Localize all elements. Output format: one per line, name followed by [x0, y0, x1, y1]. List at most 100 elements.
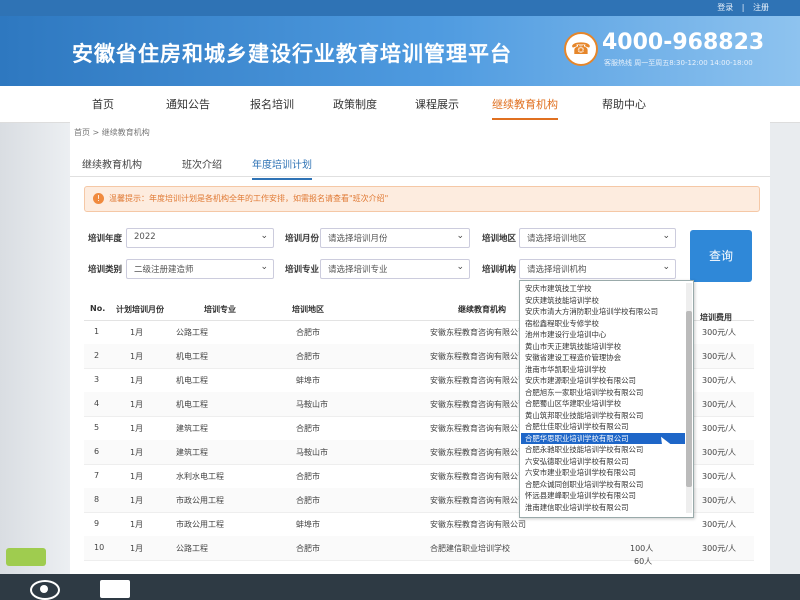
cell-major: 公路工程	[176, 328, 208, 337]
cell-month: 1月	[130, 424, 144, 433]
cell-month: 1月	[130, 328, 144, 337]
register-link[interactable]: 注册	[753, 3, 769, 12]
region-label: 培训地区	[482, 234, 517, 244]
category-select[interactable]: 二级注册建造师 ⌄	[126, 259, 274, 279]
dropdown-option[interactable]: 怀远县建峰职业培训学校有限公司	[525, 490, 636, 501]
nav-help[interactable]: 帮助中心	[602, 96, 646, 112]
breadcrumb: 首页 > 继续教育机构	[74, 128, 150, 137]
dropdown-option[interactable]: 安庆市清大方消防职业培训学校有限公司	[525, 306, 658, 317]
cell-fee: 300元/人	[702, 352, 736, 361]
dropdown-scroll-thumb[interactable]	[686, 311, 692, 487]
taskbar-green-widget[interactable]	[6, 548, 46, 566]
notice-text: 温馨提示：年度培训计划是各机构全年的工作安排，如需报名请查看"班次介绍"	[109, 194, 389, 203]
dropdown-option[interactable]: 合肥永驰职业技能培训学校有限公司	[525, 444, 643, 455]
month-select[interactable]: 请选择培训月份 ⌄	[320, 228, 470, 248]
cell-fee: 300元/人	[702, 424, 736, 433]
dropdown-option[interactable]: 合肥仕佳职业培训学校有限公司	[525, 421, 628, 432]
cell-month: 1月	[130, 520, 144, 529]
eye-icon[interactable]	[30, 580, 60, 600]
dropdown-option[interactable]: 六安弘德职业培训学校有限公司	[525, 456, 628, 467]
col-org: 继续教育机构	[458, 305, 506, 314]
cell-month: 1月	[130, 400, 144, 409]
cell-region: 合肥市	[296, 352, 320, 361]
cell-count-extra: 60人	[634, 557, 653, 566]
nav-registration[interactable]: 报名培训	[250, 96, 294, 112]
nav-notices[interactable]: 通知公告	[166, 96, 210, 112]
cell-major: 市政公用工程	[176, 520, 224, 529]
nav-courses[interactable]: 课程展示	[415, 96, 459, 112]
tab-institutions[interactable]: 继续教育机构	[82, 156, 142, 171]
dropdown-option[interactable]: 安徽省建设工程造价管理协会	[525, 352, 621, 363]
dropdown-option[interactable]: 安庆市建筑技工学校	[525, 283, 592, 294]
cell-month: 1月	[130, 448, 144, 457]
org-dropdown-list[interactable]: 安庆市建筑技工学校 安庆建筑技能培训学校 安庆市清大方消防职业培训学校有限公司 宿松鑫…	[519, 280, 694, 518]
dropdown-option[interactable]: 池州市建设行业培训中心	[525, 329, 606, 340]
cell-fee: 300元/人	[702, 472, 736, 481]
category-label: 培训类别	[88, 265, 123, 275]
col-no: No.	[90, 304, 106, 313]
chevron-down-icon: ⌄	[456, 231, 464, 241]
cell-org: 合肥建信职业培训学校	[430, 544, 510, 553]
cell-major: 机电工程	[176, 352, 208, 361]
region-select[interactable]: 请选择培训地区 ⌄	[519, 228, 676, 248]
background-left	[0, 120, 70, 580]
org-select[interactable]: 请选择培训机构 ⌄	[519, 259, 676, 279]
tab-annual-plan[interactable]: 年度培训计划	[252, 156, 312, 180]
org-value: 请选择培训机构	[527, 265, 587, 275]
sub-tabs: 继续教育机构 班次介绍 年度培训计划	[70, 148, 770, 180]
search-button[interactable]: 查询	[690, 230, 752, 282]
year-label: 培训年度	[88, 234, 123, 244]
region-value: 请选择培训地区	[527, 234, 587, 244]
dropdown-option[interactable]: 六安市建业职业培训学校有限公司	[525, 467, 636, 478]
dropdown-option[interactable]: 宿松鑫程职业专修学校	[525, 318, 599, 329]
dropdown-option[interactable]: 淮南建信职业培训学校有限公司	[525, 502, 628, 513]
cell-fee: 300元/人	[702, 496, 736, 505]
cell-fee: 300元/人	[702, 376, 736, 385]
table-row: 10 1月 公路工程 合肥市 合肥建信职业培训学校 100人 300元/人	[84, 536, 754, 561]
month-value: 请选择培训月份	[328, 234, 388, 244]
category-value: 二级注册建造师	[134, 265, 194, 275]
nav-home[interactable]: 首页	[92, 96, 114, 112]
cell-region: 合肥市	[296, 328, 320, 337]
tab-classes[interactable]: 班次介绍	[182, 156, 222, 171]
login-link[interactable]: 登录	[717, 3, 733, 12]
cell-fee: 300元/人	[702, 400, 736, 409]
cell-org: 安徽东程教育咨询有限公司	[430, 472, 526, 481]
dropdown-option[interactable]: 合肥众诚同创职业培训学校有限公司	[525, 479, 643, 490]
nav-institutions[interactable]: 继续教育机构	[492, 96, 558, 120]
dropdown-option[interactable]: 淮南市华凯职业培训学校	[525, 364, 606, 375]
year-select[interactable]: 2022 ⌄	[126, 228, 274, 248]
col-major: 培训专业	[204, 305, 236, 314]
cell-region: 合肥市	[296, 472, 320, 481]
cell-no: 1	[94, 327, 100, 336]
cell-region: 马鞍山市	[296, 448, 328, 457]
cell-fee: 300元/人	[702, 520, 736, 529]
chevron-down-icon: ⌄	[662, 231, 670, 241]
col-month: 计划培训月份	[116, 305, 164, 314]
top-link-separator: |	[741, 3, 745, 12]
cell-region: 合肥市	[296, 544, 320, 553]
cell-major: 公路工程	[176, 544, 208, 553]
top-links: 登录 | 注册	[714, 2, 772, 13]
chevron-down-icon: ⌄	[260, 262, 268, 272]
cell-major: 机电工程	[176, 400, 208, 409]
dropdown-option[interactable]: 安庆建筑技能培训学校	[525, 295, 599, 306]
dropdown-option[interactable]: 合肥旭东一家职业培训学校有限公司	[525, 387, 643, 398]
cell-fee: 300元/人	[702, 328, 736, 337]
cell-no: 9	[94, 519, 100, 528]
cell-region: 蚌埠市	[296, 520, 320, 529]
document-icon[interactable]	[100, 580, 130, 598]
dropdown-option[interactable]: 黄山筑邦职业技能培训学校有限公司	[525, 410, 643, 421]
cell-org: 安徽东程教育咨询有限公司	[430, 424, 526, 433]
major-value: 请选择培训专业	[328, 265, 388, 275]
month-label: 培训月份	[285, 234, 320, 244]
dropdown-option[interactable]: 安庆市建源职业培训学校有限公司	[525, 375, 636, 386]
nav-policy[interactable]: 政策制度	[333, 96, 377, 112]
cell-count: 100人	[630, 544, 654, 553]
dropdown-option[interactable]: 黄山市天正建筑技能培训学校	[525, 341, 621, 352]
cell-no: 7	[94, 471, 100, 480]
major-select[interactable]: 请选择培训专业 ⌄	[320, 259, 470, 279]
dropdown-option[interactable]: 合肥蜀山区华建职业培训学校	[525, 398, 621, 409]
main-nav: 首页 通知公告 报名培训 政策制度 课程展示 继续教育机构 帮助中心	[0, 86, 800, 123]
cell-no: 10	[94, 543, 105, 552]
